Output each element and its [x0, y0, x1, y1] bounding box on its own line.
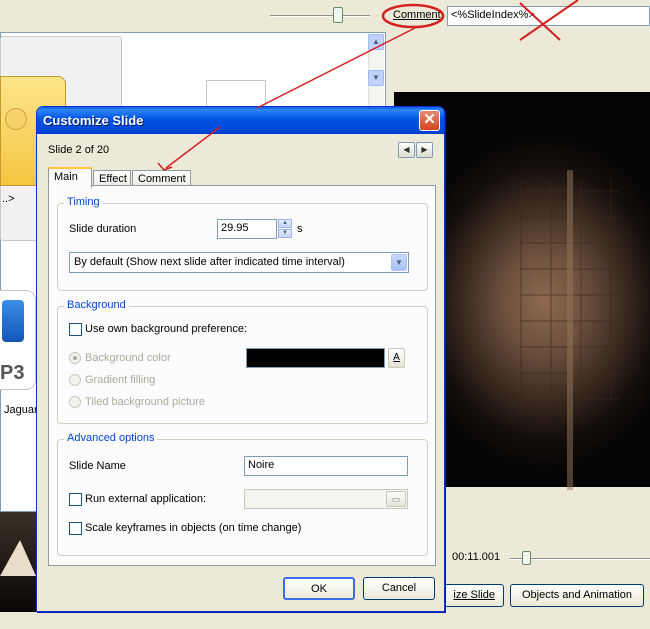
slide-name-label: Slide Name [69, 460, 126, 472]
timing-mode-select[interactable]: By default (Show next slide after indica… [69, 252, 409, 273]
close-icon[interactable]: ✕ [419, 110, 440, 131]
gradient-filling-label: Gradient filling [85, 374, 156, 386]
gradient-filling-radio[interactable] [69, 374, 81, 386]
folder-open-icon[interactable]: ▭ [386, 491, 406, 507]
background-group-title: Background [64, 299, 129, 311]
customize-slide-dialog: Customize Slide ✕ Slide 2 of 20 ◀ ▶ Main… [36, 106, 445, 612]
timeline-slider-track[interactable] [510, 558, 650, 560]
chevron-down-icon[interactable]: ▼ [391, 254, 407, 271]
slide-duration-input[interactable]: 29.95 [217, 219, 277, 239]
scroll-down-icon[interactable]: ▼ [368, 70, 384, 86]
background-color-label: Background color [85, 352, 171, 364]
music-note-icon [2, 300, 24, 342]
file-label: Jaguar [4, 404, 38, 416]
background-group: Background Use own background preference… [57, 299, 428, 424]
timing-mode-value: By default (Show next slide after indica… [74, 256, 345, 268]
customize-slide-button[interactable]: ize Slide [440, 584, 504, 607]
slide-counter: Slide 2 of 20 [48, 144, 110, 156]
timing-group: Timing Slide duration 29.95 ▲ ▼ s By def… [57, 196, 428, 291]
volume-slider-track[interactable] [270, 15, 370, 17]
previous-slide-icon[interactable]: ◀ [398, 142, 415, 158]
own-background-checkbox[interactable] [69, 323, 82, 336]
scale-keyframes-label: Scale keyframes in objects (on time chan… [85, 522, 302, 534]
volume-slider-thumb[interactable] [333, 7, 343, 23]
timeline-slider-thumb[interactable] [522, 551, 531, 565]
slide-duration-label: Slide duration [69, 223, 137, 235]
mp3-icon-text: P3 [0, 362, 25, 384]
comment-field[interactable]: <%SlideIndex%> [447, 6, 650, 26]
timing-group-title: Timing [64, 196, 103, 208]
time-readout: 00:11.001 [452, 551, 501, 563]
preview-pillar [567, 170, 573, 490]
cancel-button[interactable]: Cancel [363, 577, 435, 600]
tiled-picture-radio[interactable] [69, 396, 81, 408]
run-external-checkbox[interactable] [69, 493, 82, 506]
dialog-body: Slide 2 of 20 ◀ ▶ Main Effect Comment Ti… [40, 134, 441, 608]
slide-name-input[interactable]: Noire [244, 456, 408, 476]
objects-and-animation-button[interactable]: Objects and Animation [510, 584, 644, 607]
comment-field-label: Comment [393, 9, 441, 21]
tab-main[interactable]: Main [48, 167, 92, 188]
ok-button[interactable]: OK [283, 577, 355, 600]
scale-keyframes-checkbox[interactable] [69, 522, 82, 535]
pyramid-image [0, 540, 36, 576]
tiled-picture-label: Tiled background picture [85, 396, 206, 408]
spin-up-icon[interactable]: ▲ [278, 219, 292, 228]
main-tab-panel: Timing Slide duration 29.95 ▲ ▼ s By def… [48, 185, 436, 566]
background-color-radio[interactable] [69, 352, 81, 364]
own-background-label: Use own background preference: [85, 323, 248, 335]
duration-unit: s [297, 223, 303, 235]
dialog-title-bar[interactable]: Customize Slide ✕ [37, 107, 444, 134]
run-external-label: Run external application: [85, 493, 207, 505]
scroll-up-icon[interactable]: ▲ [368, 34, 384, 50]
thumbnail-label: ..> [2, 193, 15, 205]
background-color-swatch[interactable] [246, 348, 385, 368]
dialog-title: Customize Slide [43, 113, 144, 128]
next-slide-icon[interactable]: ▶ [416, 142, 433, 158]
advanced-options-group: Advanced options Slide Name Noire Run ex… [57, 432, 428, 556]
advanced-group-title: Advanced options [64, 432, 158, 444]
external-app-input[interactable] [244, 489, 408, 509]
color-picker-button[interactable]: A [388, 348, 405, 368]
back-arrow-icon [5, 108, 27, 130]
spin-down-icon[interactable]: ▼ [278, 229, 292, 238]
